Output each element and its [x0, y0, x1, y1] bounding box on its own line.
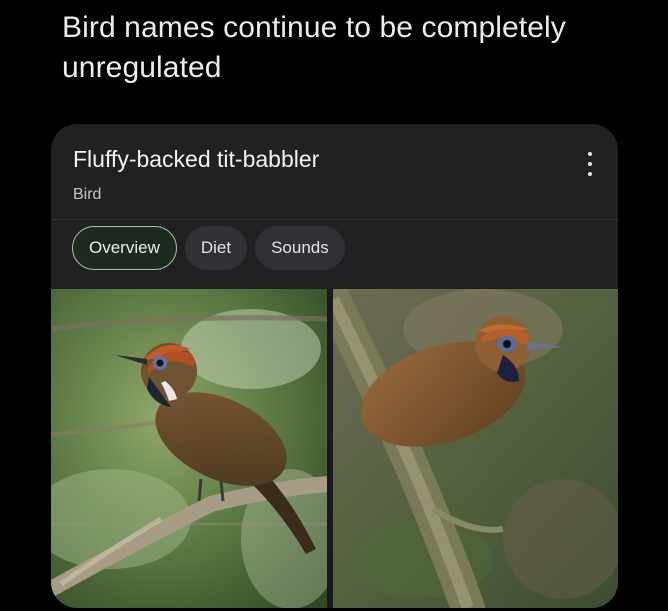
bird-photo-right[interactable]	[333, 289, 618, 608]
tab-sounds[interactable]: Sounds	[255, 226, 345, 270]
card-subtitle: Bird	[73, 186, 102, 203]
image-gallery	[51, 289, 618, 608]
knowledge-card: Fluffy-backed tit-babbler Bird Overview …	[51, 124, 618, 608]
tab-bar: Overview Diet Sounds	[72, 226, 345, 270]
divider	[51, 219, 618, 220]
tab-overview[interactable]: Overview	[72, 226, 177, 270]
tab-diet[interactable]: Diet	[184, 226, 248, 270]
more-vert-icon[interactable]	[582, 152, 598, 176]
bird-photo-left[interactable]	[51, 289, 327, 608]
post-caption: Bird names continue to be completely unr…	[62, 11, 566, 84]
card-title: Fluffy-backed tit-babbler	[73, 146, 320, 172]
